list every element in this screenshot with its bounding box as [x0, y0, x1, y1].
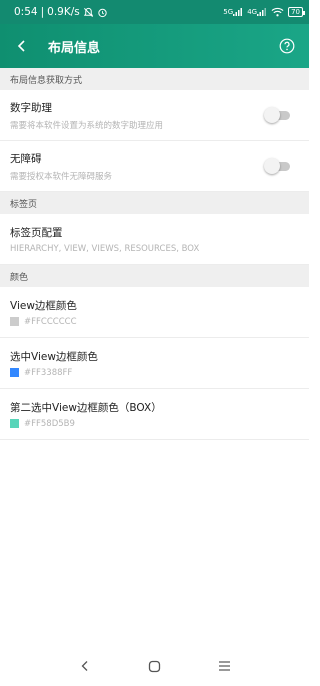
setting-row-accessibility[interactable]: 无障碍 需要授权本软件无障碍服务: [0, 141, 309, 192]
setting-title: 标签页配置: [10, 226, 63, 239]
nav-recents-button[interactable]: [204, 646, 244, 686]
help-button[interactable]: [265, 24, 309, 68]
status-separator: |: [40, 6, 45, 18]
section-header-acquire: 布局信息获取方式: [0, 68, 309, 90]
setting-row-view-border-color[interactable]: View边框颜色 #FFCCCCCC: [0, 287, 309, 338]
battery-icon: 70: [288, 7, 305, 17]
setting-row-tab-config[interactable]: 标签页配置 HIERARCHY, VIEW, VIEWS, RESOURCES,…: [0, 214, 309, 265]
status-speed: 0.9K/s: [47, 6, 80, 18]
back-button[interactable]: [0, 24, 44, 68]
signal-icon: 5G: [223, 8, 243, 16]
system-nav-bar: [0, 646, 309, 686]
toggle-knob: [264, 158, 280, 174]
alarm-icon: [97, 7, 108, 18]
app-toolbar: 布局信息: [0, 24, 309, 68]
wifi-icon: [271, 7, 284, 17]
section-header-tabs: 标签页: [0, 192, 309, 214]
help-circle-icon: [279, 38, 295, 54]
color-swatch: [10, 317, 19, 326]
color-value: #FF58D5B9: [24, 418, 75, 429]
status-time: 0:54: [14, 6, 38, 18]
color-swatch: [10, 419, 19, 428]
color-value: #FF3388FF: [24, 367, 73, 378]
setting-subtitle: HIERARCHY, VIEW, VIEWS, RESOURCES, BOX: [10, 243, 200, 254]
color-value: #FFCCCCCC: [24, 316, 77, 327]
setting-row-digital-assistant[interactable]: 数字助理 需要将本软件设置为系统的数字助理应用: [0, 90, 309, 141]
setting-title: 无障碍: [10, 152, 42, 165]
setting-row-selected-view-border-color[interactable]: 选中View边框颜色 #FF3388FF: [0, 338, 309, 389]
recents-nav-icon: [218, 661, 230, 671]
accessibility-toggle[interactable]: [264, 158, 290, 174]
setting-title: 第二选中View边框颜色（BOX）: [10, 401, 162, 414]
color-swatch: [10, 368, 19, 377]
home-nav-icon: [148, 660, 161, 672]
setting-title: 选中View边框颜色: [10, 350, 98, 363]
setting-row-second-selected-border-color[interactable]: 第二选中View边框颜色（BOX） #FF58D5B9: [0, 389, 309, 440]
back-arrow-icon: [17, 40, 25, 52]
status-bar: 0:54 | 0.9K/s 5G 4G 70: [0, 0, 309, 24]
mute-icon: [83, 7, 94, 18]
setting-title: 数字助理: [10, 101, 52, 114]
setting-subtitle: 需要将本软件设置为系统的数字助理应用: [10, 120, 164, 131]
setting-title: View边框颜色: [10, 299, 77, 312]
digital-assistant-toggle[interactable]: [264, 107, 290, 123]
toggle-knob: [264, 107, 280, 123]
page-title: 布局信息: [48, 40, 101, 56]
setting-subtitle: 需要授权本软件无障碍服务: [10, 171, 113, 182]
nav-home-button[interactable]: [134, 646, 174, 686]
back-nav-icon: [81, 661, 88, 671]
signal-icon-2: 4G: [247, 8, 267, 16]
nav-back-button[interactable]: [65, 646, 105, 686]
section-header-colors: 颜色: [0, 265, 309, 287]
